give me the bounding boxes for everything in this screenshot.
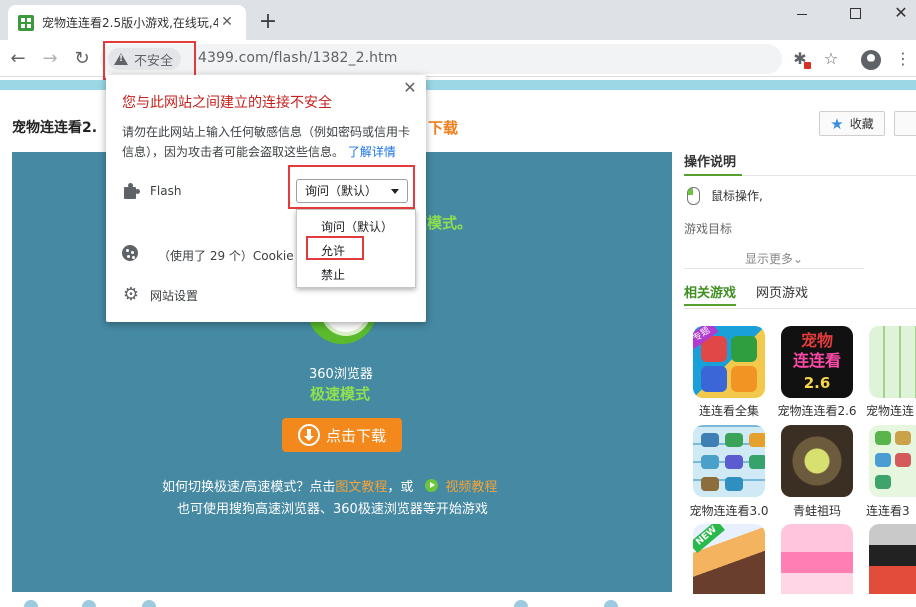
game-thumbnail[interactable] <box>781 524 853 594</box>
favicon-icon <box>18 15 34 31</box>
security-chip[interactable]: 不安全 <box>108 48 182 70</box>
warning-icon <box>114 53 128 65</box>
text-fade <box>684 232 916 250</box>
bottom-icon[interactable] <box>82 600 96 607</box>
play-icon <box>425 479 439 492</box>
chevron-down-icon: ⌄ <box>792 252 804 266</box>
video-tutorial-link[interactable]: 视频教程 <box>445 476 497 495</box>
flash-options-dropdown: 询问（默认） 允许 禁止 <box>296 209 416 288</box>
game-label[interactable]: 青蛙祖玛 <box>771 502 863 519</box>
show-more-label: 显示更多 <box>744 252 793 266</box>
help-line-1: 如何切换极速/高速模式？点击 图文教程 ，或 视频教程 <box>162 476 497 495</box>
instructions-heading: 操作说明 <box>684 155 737 170</box>
flash-permission-select[interactable]: 询问（默认） <box>296 179 408 203</box>
bookmark-star-button[interactable]: ☆ <box>820 48 842 70</box>
forward-button[interactable]: → <box>38 47 62 71</box>
game-thumbnail[interactable] <box>781 425 853 497</box>
flash-selected-value: 询问（默认） <box>305 184 378 198</box>
bottom-icon[interactable] <box>24 600 38 607</box>
thumbnail-art-text: 宠物 <box>800 331 833 350</box>
mouse-instructions: 鼠标操作, <box>711 189 763 203</box>
popup-title: 您与此网站之间建立的连接不安全 <box>122 95 332 111</box>
thumbnail-art-text: 2.6 <box>803 374 831 392</box>
cookie-label[interactable]: （使用了 29 个）Cookie <box>158 247 294 264</box>
game-label[interactable]: 宠物连连看2.6 <box>771 402 863 419</box>
download-button-label: 点击下载 <box>325 426 386 445</box>
close-window-button[interactable]: ✕ <box>886 4 916 24</box>
learn-more-link[interactable]: 了解详情 <box>348 145 396 159</box>
popup-description: 请勿在此网站上输入任何敏感信息（例如密码或信用卡信息），因为攻击者可能会盗取这些… <box>122 122 418 162</box>
avatar-icon <box>861 49 881 70</box>
tab-title: 宠物连连看2.5版小游戏,在线玩,4 <box>42 16 218 30</box>
tab-web-games[interactable]: 网页游戏 <box>756 282 808 306</box>
game-thumbnail[interactable] <box>869 524 916 594</box>
gear-icon: ⚙ <box>122 284 140 305</box>
option-allow[interactable]: 允许 <box>321 242 345 259</box>
back-button[interactable]: ← <box>6 47 30 71</box>
tabs-divider <box>684 308 916 309</box>
minimize-button[interactable] <box>787 4 817 24</box>
maximize-button[interactable] <box>840 4 870 24</box>
address-bar[interactable]: 不安全 4399.com/flash/1382_2.htm <box>100 44 782 74</box>
game-thumbnail[interactable] <box>869 326 916 398</box>
cookie-icon <box>122 245 138 261</box>
divider-accent <box>684 174 742 176</box>
mouse-icon <box>687 187 700 205</box>
show-more-button[interactable]: 显示更多⌄ <box>684 249 864 269</box>
help-text: 如何切换极速/高速模式？点击 <box>162 480 336 495</box>
game-thumbnail[interactable] <box>693 425 765 497</box>
blocked-badge-icon <box>804 62 811 69</box>
menu-button[interactable]: ⋮ <box>892 48 914 70</box>
reload-button[interactable]: ↻ <box>70 47 94 71</box>
browser-name: 360浏览器 <box>309 367 373 382</box>
site-settings-link[interactable]: 网站设置 <box>150 287 198 304</box>
tab-close-icon[interactable]: ✕ <box>218 13 236 31</box>
topic-badge: 专题 <box>693 326 719 350</box>
new-badge: NEW <box>693 524 725 554</box>
extensions-button[interactable]: ✱ <box>789 48 811 70</box>
browser-mode: 极速模式 <box>310 385 371 403</box>
star-icon: ★ <box>830 114 844 133</box>
page-title: 宠物连连看2. <box>12 120 98 136</box>
bottom-icon[interactable] <box>142 600 156 607</box>
download-button[interactable]: 点击下载 <box>282 418 402 452</box>
favorite-label: 收藏 <box>849 117 874 131</box>
flash-label: Flash <box>150 184 182 198</box>
game-label[interactable]: 宠物连连看3.0 <box>683 502 775 519</box>
share-button[interactable] <box>894 111 916 136</box>
tab-strip: 宠物连连看2.5版小游戏,在线玩,4 ✕ + ✕ <box>0 0 916 40</box>
download-link[interactable]: 下载 <box>428 117 458 138</box>
download-icon <box>297 424 320 446</box>
bottom-icon-row <box>18 600 658 607</box>
option-ask[interactable]: 询问（默认） <box>321 218 393 235</box>
new-tab-button[interactable]: + <box>256 10 280 34</box>
game-label[interactable]: 连连看3 <box>866 502 916 519</box>
game-thumbnail[interactable]: NEW <box>693 524 765 594</box>
browser-tab[interactable]: 宠物连连看2.5版小游戏,在线玩,4 ✕ <box>8 5 246 40</box>
game-label[interactable]: 连连看全集 <box>683 402 775 419</box>
tab-related-games[interactable]: 相关游戏 <box>684 282 737 306</box>
favorite-button[interactable]: ★ 收藏 <box>819 111 885 136</box>
help-line-2: 也可使用搜狗高速浏览器、360极速浏览器等开始游戏 <box>177 502 488 517</box>
thumbnail-art-text: 连连看 <box>792 351 841 370</box>
bottom-icon[interactable] <box>514 600 528 607</box>
puzzle-icon <box>122 183 140 201</box>
security-status: 不安全 <box>134 53 174 69</box>
tutorial-link[interactable]: 图文教程 <box>335 476 387 495</box>
option-block[interactable]: 禁止 <box>321 266 345 283</box>
related-tabs: 相关游戏 网页游戏 <box>684 282 808 306</box>
close-icon[interactable]: ✕ <box>401 79 419 97</box>
game-thumbnail[interactable] <box>869 425 916 497</box>
close-icon: ✕ <box>894 3 908 22</box>
browser-toolbar: ← → ↻ 不安全 4399.com/flash/1382_2.htm ✱ ☆ … <box>0 40 916 77</box>
profile-button[interactable] <box>860 48 882 70</box>
bottom-icon[interactable] <box>604 600 618 607</box>
url-text[interactable]: 4399.com/flash/1382_2.htm <box>198 50 397 66</box>
game-thumbnail[interactable]: 宠物 连连看 2.6 <box>781 326 853 398</box>
game-label[interactable]: 宠物连连 <box>866 402 916 419</box>
dropdown-arrow-icon <box>391 189 399 194</box>
game-thumbnail[interactable]: 专题 <box>693 326 765 398</box>
help-text-mid: ，或 <box>387 480 414 495</box>
